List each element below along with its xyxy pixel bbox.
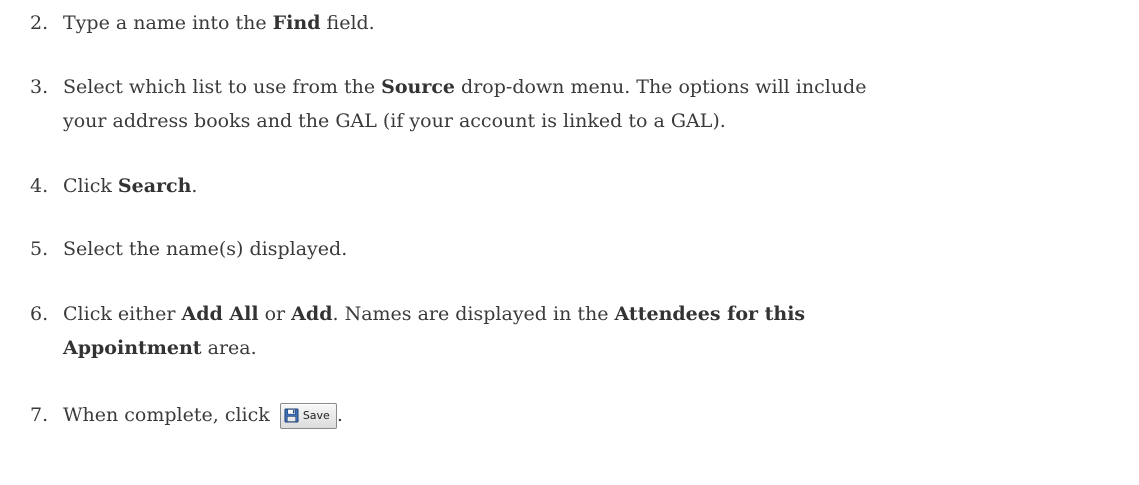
step-number: 4. bbox=[30, 175, 49, 197]
step-number: 6. bbox=[30, 303, 49, 325]
step-text-post: . bbox=[336, 404, 343, 426]
save-button[interactable]: Save bbox=[279, 402, 337, 429]
step-3: 3. Select which list to use from the Sou… bbox=[30, 70, 1123, 138]
search-button-ref: Search bbox=[117, 175, 192, 197]
step-text: Click Search. bbox=[63, 169, 1123, 203]
add-button-ref: Add bbox=[291, 303, 333, 325]
step-text: Select which list to use from the Source… bbox=[63, 70, 1123, 138]
step-text: Click either Add All or Add. Names are d… bbox=[63, 297, 1123, 365]
floppy-disk-icon bbox=[284, 408, 299, 423]
step-text-pre: Select which list to use from the bbox=[63, 76, 382, 98]
step-text: Select the name(s) displayed. bbox=[63, 238, 348, 260]
add-all-button-ref: Add All bbox=[181, 303, 259, 325]
step-text: When complete, click Save. bbox=[63, 398, 1123, 432]
step-7: 7. When complete, click Save. bbox=[30, 398, 1123, 432]
step-text-pre: When complete, click bbox=[63, 404, 276, 426]
step-text-pre: Click bbox=[63, 175, 118, 197]
step-4: 4. Click Search. bbox=[30, 169, 1123, 203]
step-text-post: area. bbox=[201, 337, 257, 359]
step-6: 6. Click either Add All or Add. Names ar… bbox=[30, 297, 1123, 365]
step-text-mid2: . Names are displayed in the bbox=[332, 303, 615, 325]
attendees-area-ref-cont: Appointment bbox=[63, 337, 202, 359]
step-number: 3. bbox=[30, 76, 49, 98]
step-2: 2. Type a name into the Find field. bbox=[30, 6, 1123, 40]
attendees-area-ref: Attendees for this bbox=[614, 303, 806, 325]
step-text-pre: Click either bbox=[63, 303, 182, 325]
step-text-post: field. bbox=[320, 12, 375, 34]
source-menu-ref: Source bbox=[381, 76, 456, 98]
save-button-label: Save bbox=[302, 408, 330, 422]
step-text-mid: or bbox=[258, 303, 292, 325]
step-text-line2: your address books and the GAL (if your … bbox=[63, 110, 726, 132]
step-number: 2. bbox=[30, 12, 49, 34]
step-number: 5. bbox=[30, 238, 49, 260]
find-field-ref: Find bbox=[272, 12, 321, 34]
step-number: 7. bbox=[30, 404, 49, 426]
step-text-pre: Type a name into the bbox=[63, 12, 273, 34]
step-5: 5. Select the name(s) displayed. bbox=[30, 232, 1123, 266]
step-text-post: . bbox=[191, 175, 198, 197]
step-text: Type a name into the Find field. bbox=[63, 6, 1123, 40]
step-text-post: drop-down menu. The options will include bbox=[455, 76, 867, 98]
